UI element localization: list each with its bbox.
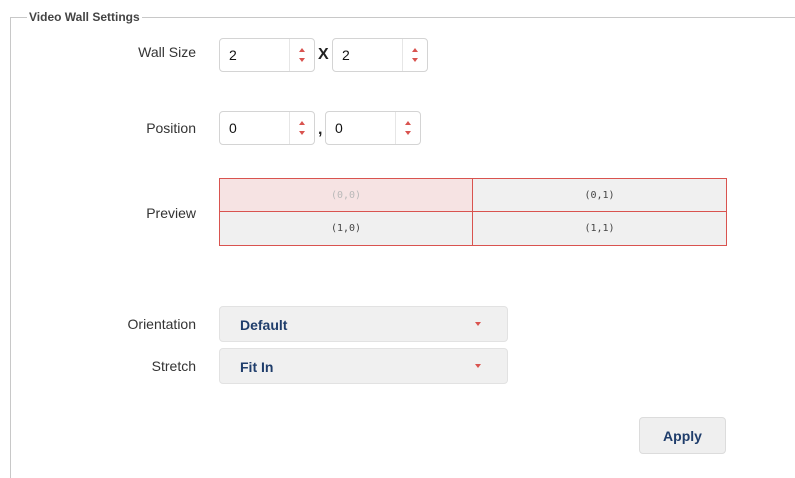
decrement-arrow-icon[interactable]: [405, 131, 411, 135]
decrement-arrow-icon[interactable]: [299, 58, 305, 62]
decrement-arrow-icon[interactable]: [299, 131, 305, 135]
wall-size-columns-spinner[interactable]: 2: [219, 38, 315, 72]
preview-cell-0-1[interactable]: (0,1): [473, 179, 726, 212]
caret-down-icon: [475, 364, 481, 368]
stretch-label: Stretch: [151, 358, 196, 374]
position-row-value: 0: [229, 120, 237, 136]
video-wall-settings-group: [10, 17, 795, 478]
wall-size-columns-value: 2: [229, 47, 237, 63]
position-col-spinner[interactable]: 0: [325, 111, 421, 145]
orientation-value: Default: [240, 317, 288, 333]
position-col-value: 0: [335, 120, 343, 136]
decrement-arrow-icon[interactable]: [412, 58, 418, 62]
wall-size-separator: X: [318, 46, 329, 63]
preview-cell-1-0[interactable]: (1,0): [220, 212, 473, 245]
stretch-value: Fit In: [240, 359, 274, 375]
spinner-arrows-icon[interactable]: [395, 112, 420, 144]
apply-button[interactable]: Apply: [639, 417, 726, 454]
orientation-label: Orientation: [127, 316, 196, 332]
caret-down-icon: [475, 322, 481, 326]
increment-arrow-icon[interactable]: [405, 121, 411, 125]
increment-arrow-icon[interactable]: [299, 48, 305, 52]
increment-arrow-icon[interactable]: [299, 121, 305, 125]
wall-size-rows-value: 2: [342, 47, 350, 63]
spinner-arrows-icon[interactable]: [402, 39, 427, 71]
position-separator: ,: [318, 121, 323, 138]
position-label: Position: [146, 120, 196, 136]
position-row-spinner[interactable]: 0: [219, 111, 315, 145]
spinner-arrows-icon[interactable]: [289, 112, 314, 144]
orientation-select[interactable]: Default: [219, 306, 508, 342]
preview-cell-1-1[interactable]: (1,1): [473, 212, 726, 245]
spinner-arrows-icon[interactable]: [289, 39, 314, 71]
preview-label: Preview: [146, 205, 196, 221]
group-legend: Video Wall Settings: [27, 10, 142, 24]
preview-grid: (0,0) (0,1) (1,0) (1,1): [219, 178, 727, 246]
wall-size-label: Wall Size: [138, 44, 196, 60]
stretch-select[interactable]: Fit In: [219, 348, 508, 384]
increment-arrow-icon[interactable]: [412, 48, 418, 52]
wall-size-rows-spinner[interactable]: 2: [332, 38, 428, 72]
preview-cell-0-0[interactable]: (0,0): [220, 179, 473, 212]
